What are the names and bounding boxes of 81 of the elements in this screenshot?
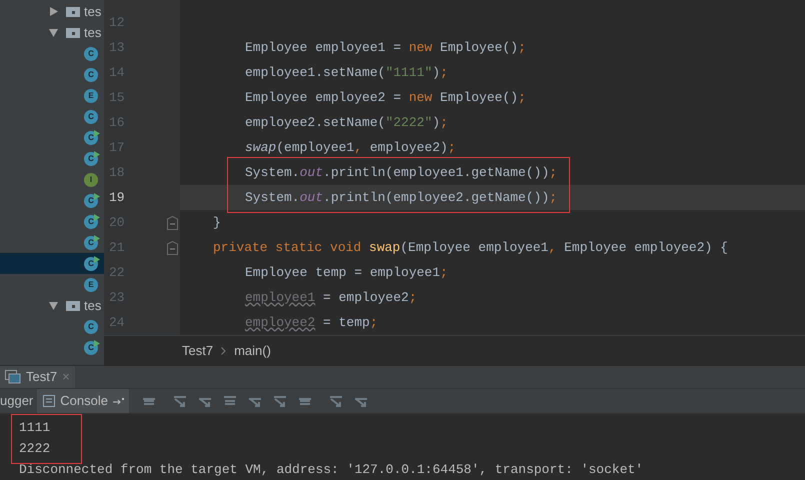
tree-folder-row[interactable]: tes bbox=[0, 295, 104, 316]
fold-icon[interactable] bbox=[167, 240, 178, 254]
debug-toolbar-icon[interactable] bbox=[272, 394, 288, 408]
code-text: Employee employee2 = new Employee(); bbox=[244, 88, 526, 107]
class-icon: C bbox=[84, 68, 98, 82]
tree-item[interactable]: I bbox=[0, 169, 104, 190]
tree-item[interactable]: E bbox=[0, 274, 104, 295]
run-badge-icon bbox=[94, 192, 100, 200]
folder-icon bbox=[66, 27, 80, 38]
class-icon: C bbox=[84, 110, 98, 124]
chevron-icon bbox=[221, 346, 226, 354]
highlight-box bbox=[11, 414, 82, 464]
tree-item[interactable]: C bbox=[0, 127, 104, 148]
line-number: 19 bbox=[108, 188, 126, 207]
tree-item[interactable]: C bbox=[0, 43, 104, 64]
run-badge-icon bbox=[94, 234, 100, 242]
tree-folder-row[interactable]: tes bbox=[0, 22, 104, 43]
code-text: employee1 = employee2; bbox=[244, 288, 417, 307]
folder-icon bbox=[66, 6, 80, 17]
breadcrumb-item[interactable]: Test7 bbox=[182, 340, 214, 360]
run-badge-icon bbox=[94, 256, 100, 262]
console-icon bbox=[43, 394, 56, 407]
class-icon: C bbox=[84, 214, 98, 228]
run-tab[interactable]: Test7 × bbox=[0, 366, 75, 388]
tree-item[interactable]: C bbox=[0, 232, 104, 253]
enum-icon: E bbox=[84, 278, 98, 292]
run-badge-icon bbox=[94, 214, 100, 220]
code-text: employee2.setName("2222"); bbox=[244, 114, 448, 132]
class-icon: C bbox=[84, 340, 98, 354]
console-line: 1111 bbox=[19, 419, 52, 437]
folder-icon bbox=[66, 300, 80, 311]
run-badge-icon bbox=[94, 130, 100, 136]
class-icon: C bbox=[84, 130, 98, 144]
console-line: Disconnected from the target VM, address: '127.0.0.1:64458', transport: 'socket' bbox=[19, 461, 644, 479]
tool-tab[interactable]: Console bbox=[37, 388, 129, 413]
tree-item[interactable]: C bbox=[0, 253, 104, 274]
breadcrumb-item[interactable]: main() bbox=[234, 340, 271, 360]
code-text: System.out.println(employee1.getName()); bbox=[244, 164, 558, 182]
tree-item[interactable]: C bbox=[0, 148, 104, 169]
fold-icon[interactable] bbox=[167, 216, 178, 230]
class-icon: C bbox=[84, 152, 98, 166]
class-icon: C bbox=[84, 46, 98, 60]
tree-item[interactable]: C bbox=[0, 106, 104, 127]
code-text: Employee temp = employee1; bbox=[244, 264, 448, 282]
class-icon: C bbox=[84, 236, 98, 250]
close-button[interactable]: × bbox=[62, 367, 70, 387]
tree-item[interactable]: C bbox=[0, 316, 104, 337]
window-icon bbox=[5, 370, 21, 384]
run-tab-label: Test7 bbox=[26, 368, 58, 386]
pin-icon[interactable] bbox=[112, 396, 125, 405]
tree-item[interactable]: C bbox=[0, 211, 104, 232]
folder-label: tes bbox=[84, 24, 102, 42]
tree-folder-row[interactable]: tes bbox=[0, 1, 104, 22]
tree-item[interactable]: C bbox=[0, 64, 104, 85]
tool-tab[interactable]: ugger bbox=[0, 388, 38, 413]
code-text: } bbox=[212, 214, 221, 232]
tree-item[interactable]: E bbox=[0, 85, 104, 106]
code-text: swap(employee1, employee2); bbox=[244, 138, 456, 157]
expanded-arrow-icon[interactable] bbox=[49, 301, 58, 310]
folder-label: tes bbox=[84, 296, 102, 315]
code-text: private static void swap(Employee employee1, Employee employee2) { bbox=[212, 238, 728, 257]
folder-label: tes bbox=[84, 2, 102, 21]
collapsed-arrow-icon[interactable] bbox=[49, 7, 58, 16]
code-text: System.out.println(employee2.getName()); bbox=[244, 188, 558, 207]
code-text: employee1.setName("1111"); bbox=[244, 64, 448, 82]
tree-item[interactable]: C bbox=[0, 337, 104, 358]
class-icon: C bbox=[84, 256, 98, 270]
enum-icon: E bbox=[84, 88, 98, 102]
run-badge-icon bbox=[94, 150, 100, 158]
class-icon: C bbox=[84, 320, 98, 334]
debug-toolbar-icon[interactable] bbox=[328, 394, 344, 408]
expanded-arrow-icon[interactable] bbox=[49, 28, 58, 37]
tree-item[interactable]: C bbox=[0, 190, 104, 211]
run-badge-icon bbox=[94, 340, 100, 346]
debug-toolbar-icon[interactable] bbox=[172, 394, 188, 408]
class-icon: C bbox=[84, 194, 98, 208]
console-line: 2222 bbox=[19, 440, 52, 458]
interface-icon: I bbox=[84, 172, 98, 186]
code-text: employee2 = temp; bbox=[244, 314, 378, 332]
debug-toolbar-icon[interactable] bbox=[222, 394, 238, 408]
code-text: Employee employee1 = new Employee(); bbox=[244, 38, 526, 57]
